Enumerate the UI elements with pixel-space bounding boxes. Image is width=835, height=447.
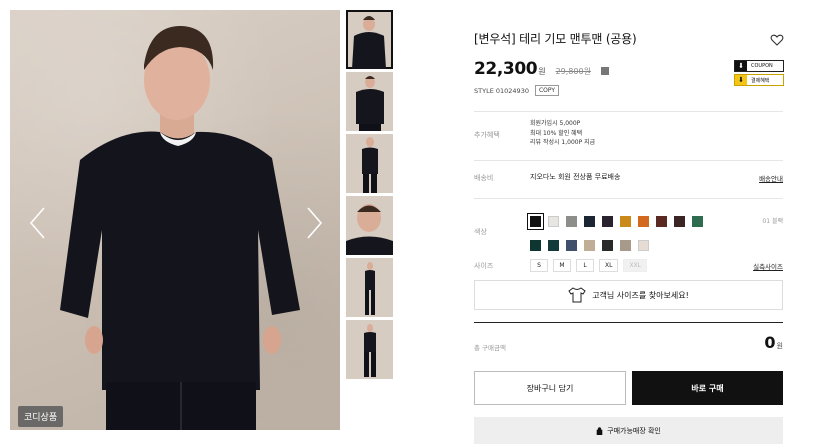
total-label: 총 구매금액: [474, 344, 506, 352]
main-product-image: 코디상품: [10, 10, 340, 430]
color-swatch[interactable]: [638, 216, 649, 227]
size-section: 사이즈 S M L XL XXL 실측사이즈: [474, 256, 783, 274]
size-finder-text: 고객님 사이즈를 찾아보세요!: [592, 290, 689, 300]
download-icon: ⬇: [735, 75, 747, 85]
color-swatch[interactable]: [692, 216, 703, 227]
thumbnail-4[interactable]: [346, 196, 393, 255]
color-swatch[interactable]: [530, 240, 541, 251]
payment-benefit-label: 결제혜택: [751, 77, 770, 84]
coupon-list: ⬇ COUPON ⬇ 결제혜택: [734, 60, 784, 88]
size-chart-link[interactable]: 실측사이즈: [753, 261, 783, 271]
product-summary: [변우석] 테리 기모 맨투맨 (공용) 22,300 원 29,800원 ST…: [474, 30, 784, 96]
coupon-button[interactable]: ⬇ COUPON: [734, 60, 784, 72]
size-option-xxl[interactable]: XXL: [623, 259, 648, 272]
thumbnail-image: [364, 324, 376, 377]
benefit-line: 최대 10% 할인 혜택: [530, 129, 583, 137]
size-option-l[interactable]: L: [576, 259, 594, 272]
benefit-list: 회원가입시 5,000P 최대 10% 할인 혜택 리뷰 작성시 1,000P …: [530, 119, 595, 148]
sale-price: 22,300: [474, 59, 538, 79]
delivery-text: 지오다노 회원 전상품 무료배송: [530, 173, 621, 181]
style-label: STYLE: [474, 86, 494, 95]
thumbnail-list: [346, 10, 394, 382]
price-info-icon[interactable]: [600, 67, 609, 75]
color-swatch[interactable]: [566, 216, 577, 227]
color-swatch[interactable]: [656, 216, 667, 227]
thumbnail-image: [346, 204, 393, 255]
benefit-section: 추가혜택 회원가입시 5,000P 최대 10% 할인 혜택 리뷰 작성시 1,…: [474, 111, 783, 159]
style-code: 01024930: [495, 86, 529, 95]
prev-image-arrow[interactable]: [26, 205, 50, 241]
shirt-icon: [568, 287, 586, 303]
color-swatch[interactable]: [602, 240, 613, 251]
delivery-section: 배송비 지오다노 회원 전상품 무료배송 배송안내: [474, 160, 783, 197]
color-section: 색상 01 블랙: [474, 198, 783, 252]
bag-icon: [596, 426, 603, 435]
coupon-label: COUPON: [751, 63, 773, 69]
size-option-m[interactable]: M: [553, 259, 571, 272]
chevron-left-icon: [29, 207, 45, 239]
color-swatch[interactable]: [527, 213, 544, 230]
payment-benefit-button[interactable]: ⬇ 결제혜택: [734, 74, 784, 86]
color-swatch[interactable]: [674, 216, 685, 227]
copy-button[interactable]: COPY: [534, 85, 560, 96]
benefit-label: 추가혜택: [474, 131, 500, 139]
color-swatch[interactable]: [620, 240, 631, 251]
color-swatch[interactable]: [548, 240, 559, 251]
size-option-list: S M L XL XXL: [530, 259, 648, 272]
store-stock-button[interactable]: 구매가능매장 확인: [474, 417, 783, 444]
delivery-guide-link[interactable]: 배송안내: [759, 173, 783, 183]
color-swatch[interactable]: [584, 216, 595, 227]
thumbnail-image: [362, 137, 378, 193]
total-section: 총 구매금액 0원: [474, 322, 783, 364]
color-label: 색상: [474, 228, 487, 236]
benefit-line: 리뷰 작성시 1,000P 지급: [530, 139, 596, 146]
size-option-xl[interactable]: XL: [599, 259, 619, 272]
size-label: 사이즈: [474, 262, 494, 270]
thumbnail-image: [356, 76, 384, 131]
color-swatch[interactable]: [638, 240, 649, 251]
total-value: 0: [764, 333, 776, 352]
price-unit: 원: [538, 67, 546, 76]
add-to-cart-button[interactable]: 장바구니 담기: [474, 371, 626, 405]
selected-color-text: 01 블랙: [762, 218, 783, 225]
color-swatch[interactable]: [620, 216, 631, 227]
size-finder-button[interactable]: 고객님 사이즈를 찾아보세요!: [474, 280, 783, 310]
thumbnail-image: [352, 16, 386, 69]
next-image-arrow[interactable]: [302, 205, 326, 241]
model-figure: [60, 25, 300, 430]
color-swatch[interactable]: [584, 240, 595, 251]
delivery-label: 배송비: [474, 174, 494, 182]
total-price: 0원: [764, 333, 783, 352]
color-swatch[interactable]: [602, 216, 613, 227]
thumbnail-3[interactable]: [346, 134, 393, 193]
total-unit: 원: [776, 342, 783, 350]
color-swatch[interactable]: [566, 240, 577, 251]
wishlist-button[interactable]: [770, 32, 784, 46]
thumbnail-image: [365, 262, 375, 315]
thumbnail-5[interactable]: [346, 258, 393, 317]
thumbnail-2[interactable]: [346, 72, 393, 131]
size-option-s[interactable]: S: [530, 259, 548, 272]
buy-now-button[interactable]: 바로 구매: [632, 371, 783, 405]
product-title: [변우석] 테리 기모 맨투맨 (공용): [474, 32, 637, 46]
original-price: 29,800원: [555, 67, 591, 76]
heart-icon: [770, 34, 784, 46]
benefit-line: 회원가입시 5,000P: [530, 120, 581, 127]
download-icon: ⬇: [735, 61, 747, 71]
color-swatch[interactable]: [548, 216, 559, 227]
chevron-right-icon: [307, 207, 323, 239]
thumbnail-6[interactable]: [346, 320, 393, 379]
codi-product-badge[interactable]: 코디상품: [18, 406, 64, 427]
store-stock-label: 구매가능매장 확인: [607, 426, 661, 435]
thumbnail-1[interactable]: [346, 10, 393, 69]
